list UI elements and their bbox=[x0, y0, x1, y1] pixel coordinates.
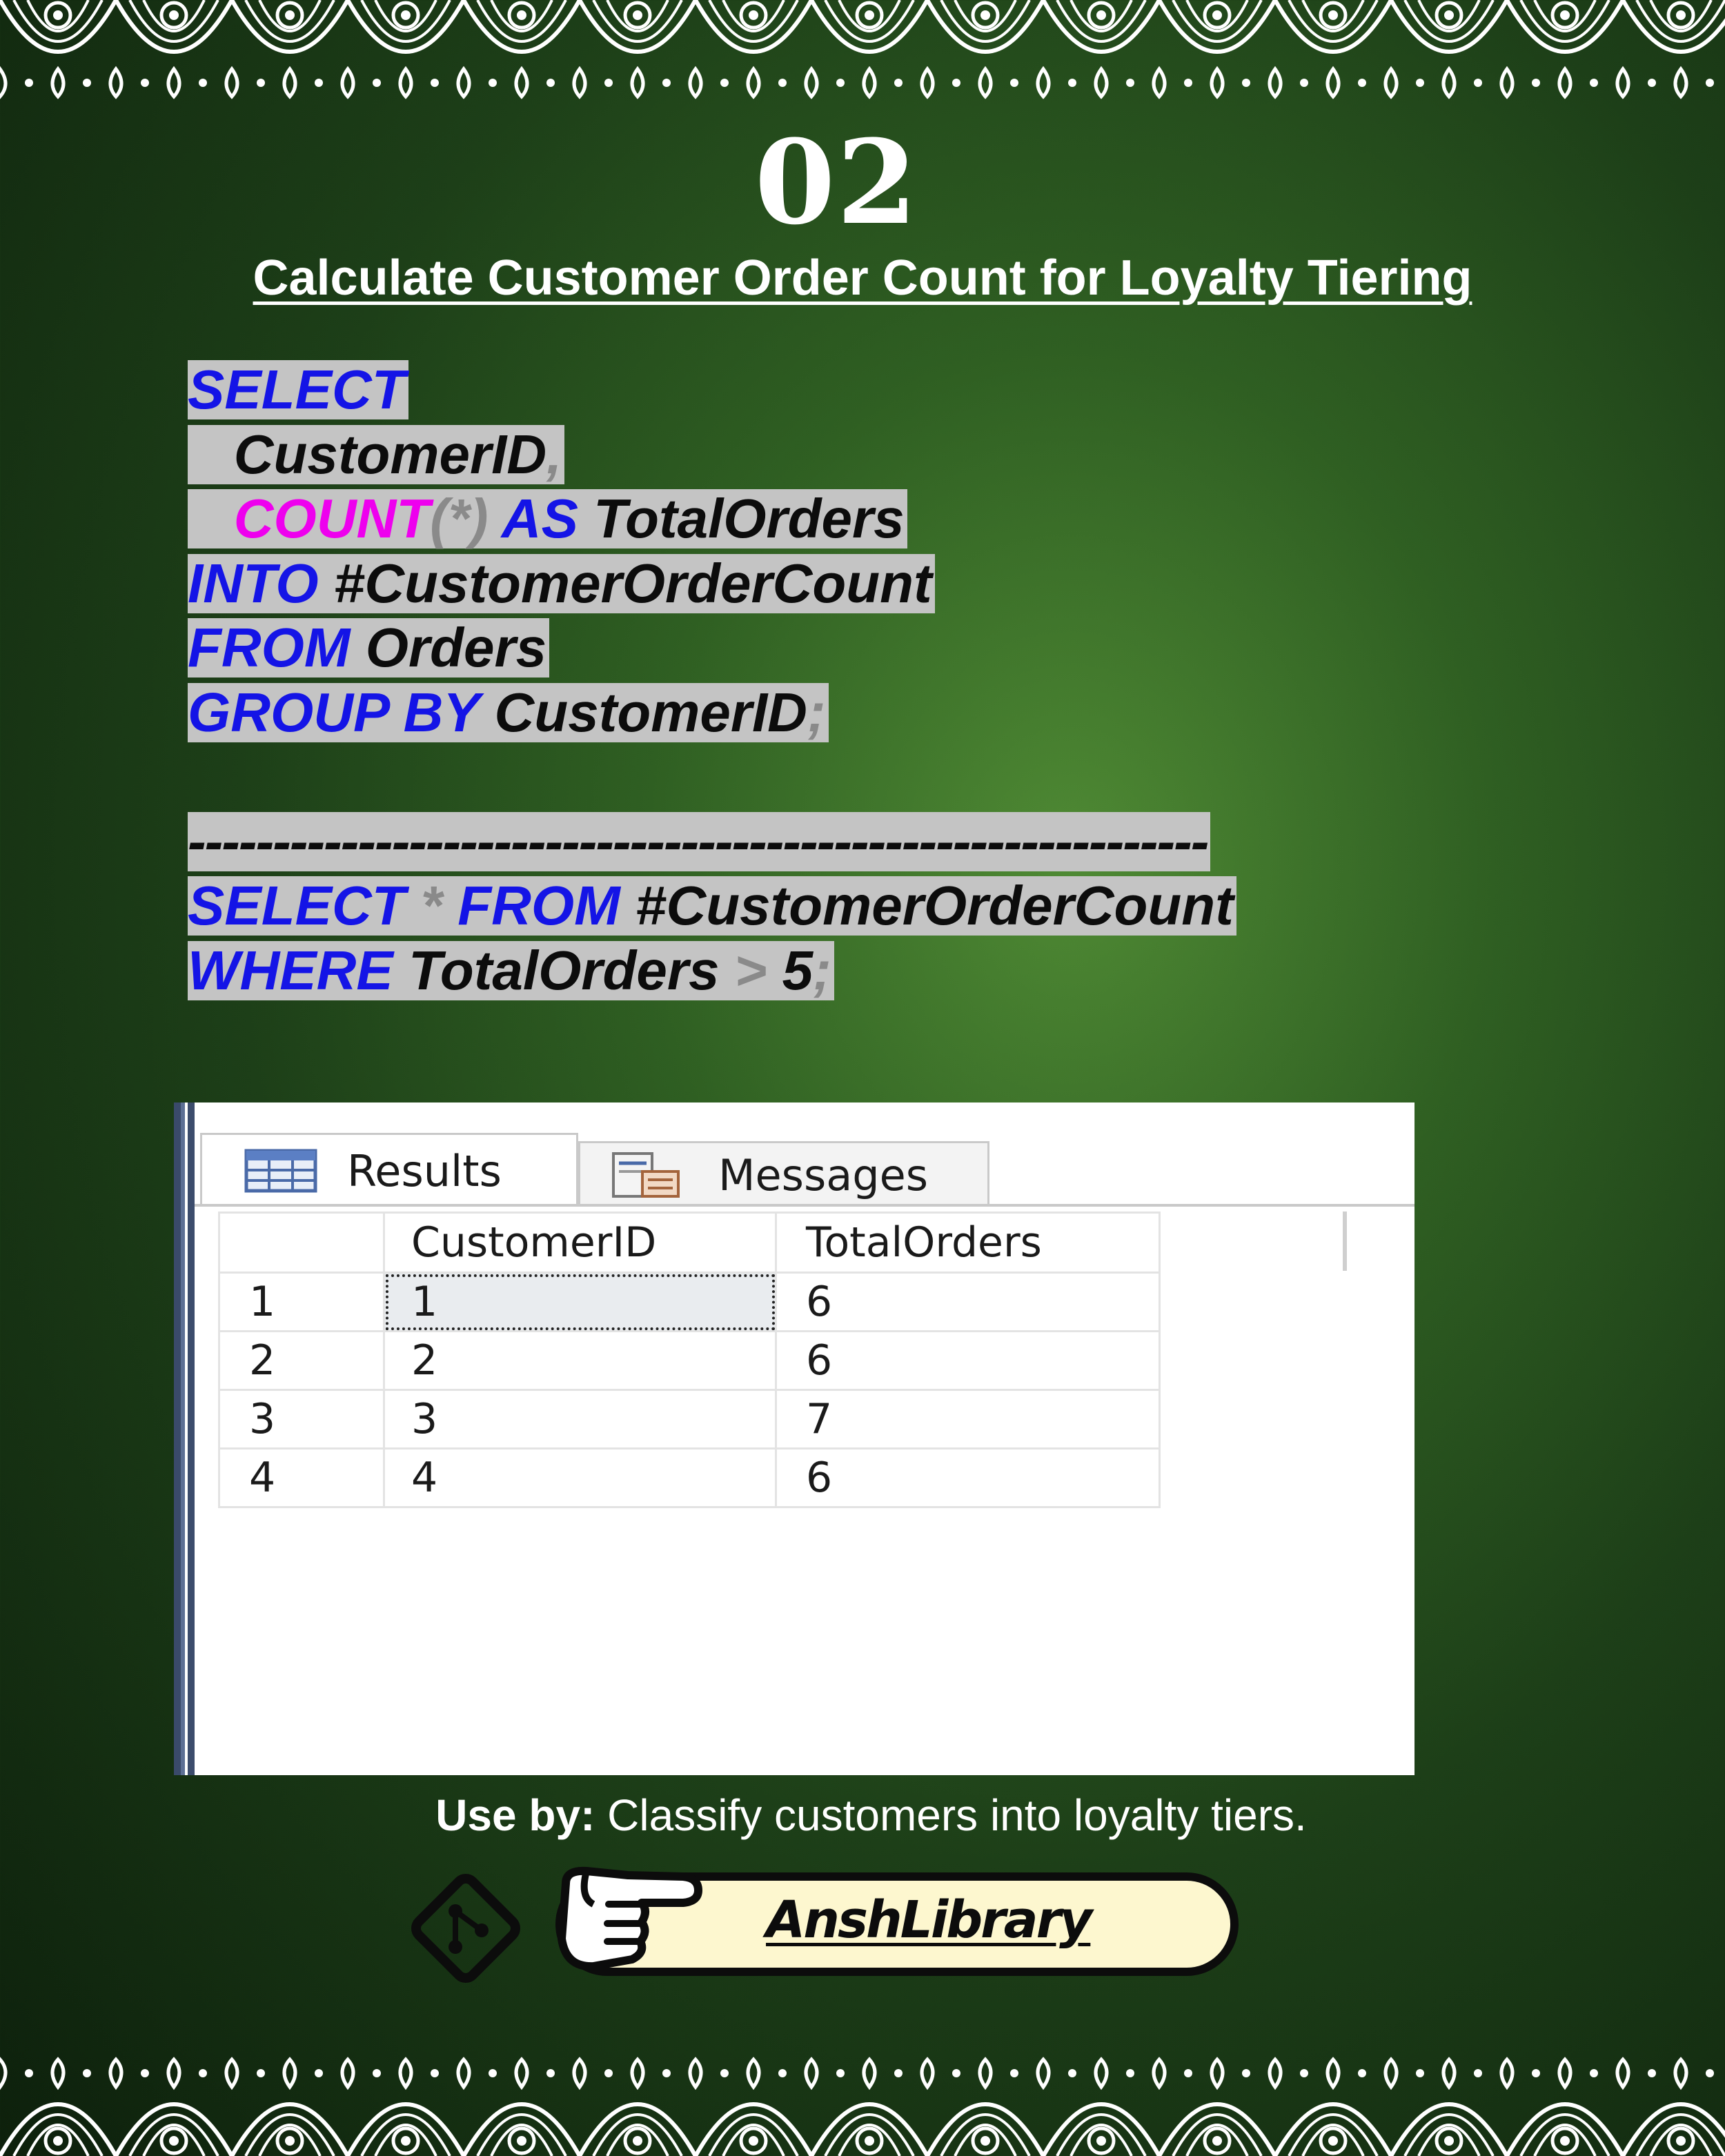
top-ornament-border bbox=[0, 0, 1725, 124]
separator-dashes: ----------------------------------------… bbox=[188, 811, 1211, 871]
query-results-panel: Results Messages CustomerID TotalOrders … bbox=[174, 1102, 1414, 1775]
code-line-3: COUNT(*) AS TotalOrders bbox=[188, 486, 1236, 551]
cell-totalorders[interactable]: 7 bbox=[775, 1389, 1161, 1450]
keyword-from: FROM bbox=[188, 617, 351, 678]
tab-results-label: Results bbox=[347, 1145, 502, 1196]
number-literal: 5 bbox=[782, 939, 814, 1001]
semicolon: ; bbox=[813, 939, 831, 1001]
keyword-select: SELECT bbox=[188, 359, 406, 420]
identifier-totalorders: TotalOrders bbox=[408, 939, 720, 1001]
panel-left-edge bbox=[174, 1102, 195, 1775]
results-grid: CustomerID TotalOrders 1 1 6 2 2 6 3 3 7… bbox=[218, 1211, 1161, 1508]
identifier-totalorders: TotalOrders bbox=[593, 488, 905, 549]
grid-icon bbox=[244, 1149, 317, 1193]
keyword-from: FROM bbox=[457, 875, 620, 936]
identifier-customerid: CustomerID bbox=[233, 423, 547, 485]
messages-icon bbox=[612, 1152, 680, 1198]
count-args: (*) bbox=[430, 488, 489, 549]
pointing-hand-icon bbox=[558, 1866, 702, 1971]
code-line-8: SELECT * FROM #CustomerOrderCount bbox=[188, 873, 1236, 938]
tab-messages-label: Messages bbox=[718, 1149, 929, 1200]
tab-results[interactable]: Results bbox=[200, 1133, 578, 1207]
code-line-5: FROM Orders bbox=[188, 615, 1236, 680]
keyword-select: SELECT bbox=[188, 875, 406, 936]
code-line-6: GROUP BY CustomerID; bbox=[188, 680, 1236, 745]
grid-header-row: CustomerID TotalOrders bbox=[218, 1211, 1161, 1274]
bottom-ornament-border bbox=[0, 2032, 1725, 2156]
identifier-customerid: CustomerID bbox=[494, 681, 807, 743]
greater-than: > bbox=[734, 939, 767, 1001]
row-number: 2 bbox=[218, 1330, 385, 1391]
identifier-orders: Orders bbox=[365, 617, 547, 678]
tabbar-divider bbox=[195, 1204, 1414, 1207]
keyword-where: WHERE bbox=[188, 939, 393, 1001]
panel-top-strip bbox=[195, 1102, 1414, 1136]
table-row[interactable]: 3 3 7 bbox=[218, 1389, 1161, 1450]
cell-totalorders[interactable]: 6 bbox=[775, 1447, 1161, 1508]
keyword-group-by: GROUP BY bbox=[188, 681, 480, 743]
section-number: 02 bbox=[754, 114, 919, 250]
row-number: 3 bbox=[218, 1389, 385, 1450]
tab-messages[interactable]: Messages bbox=[578, 1141, 989, 1207]
grid-right-edge bbox=[1343, 1211, 1347, 1271]
code-line-9: WHERE TotalOrders > 5; bbox=[188, 938, 1236, 1003]
comma: , bbox=[546, 423, 562, 485]
use-by-text: Classify customers into loyalty tiers. bbox=[607, 1790, 1307, 1840]
semicolon: ; bbox=[807, 681, 826, 743]
row-number: 1 bbox=[218, 1272, 385, 1332]
code-line-4: INTO #CustomerOrderCount bbox=[188, 551, 1236, 616]
code-line-1: SELECT bbox=[188, 357, 1236, 422]
row-number: 4 bbox=[218, 1447, 385, 1508]
column-header-totalorders[interactable]: TotalOrders bbox=[775, 1211, 1161, 1274]
code-separator-line: ----------------------------------------… bbox=[188, 809, 1236, 874]
cell-customerid[interactable]: 4 bbox=[383, 1447, 777, 1508]
column-header-customerid[interactable]: CustomerID bbox=[383, 1211, 777, 1274]
keyword-as: AS bbox=[501, 488, 578, 549]
cell-totalorders[interactable]: 6 bbox=[775, 1272, 1161, 1332]
table-row[interactable]: 1 1 6 bbox=[218, 1272, 1161, 1332]
function-count: COUNT bbox=[233, 488, 431, 549]
row-number-header bbox=[218, 1211, 385, 1274]
identifier-temp-table: #CustomerOrderCount bbox=[333, 552, 932, 614]
cell-customerid[interactable]: 3 bbox=[383, 1389, 777, 1450]
git-icon bbox=[411, 1874, 520, 1983]
star: * bbox=[420, 875, 442, 936]
use-by-caption: Use by: Classify customers into loyalty … bbox=[0, 1790, 1725, 1841]
identifier-temp-table: #CustomerOrderCount bbox=[635, 875, 1234, 936]
brand-link[interactable]: AnshLibrary bbox=[766, 1890, 1125, 1950]
cell-customerid[interactable]: 1 bbox=[383, 1272, 777, 1332]
table-row[interactable]: 4 4 6 bbox=[218, 1447, 1161, 1508]
cell-customerid[interactable]: 2 bbox=[383, 1330, 777, 1391]
keyword-into: INTO bbox=[188, 552, 319, 614]
code-line-2: CustomerID, bbox=[188, 422, 1236, 487]
cell-totalorders[interactable]: 6 bbox=[775, 1330, 1161, 1391]
table-row[interactable]: 2 2 6 bbox=[218, 1330, 1161, 1391]
use-by-label: Use by: bbox=[435, 1790, 595, 1840]
sql-code-block: SELECT CustomerID, COUNT(*) AS TotalOrde… bbox=[188, 357, 1236, 1002]
page-title: Calculate Customer Order Count for Loyal… bbox=[253, 250, 1472, 306]
